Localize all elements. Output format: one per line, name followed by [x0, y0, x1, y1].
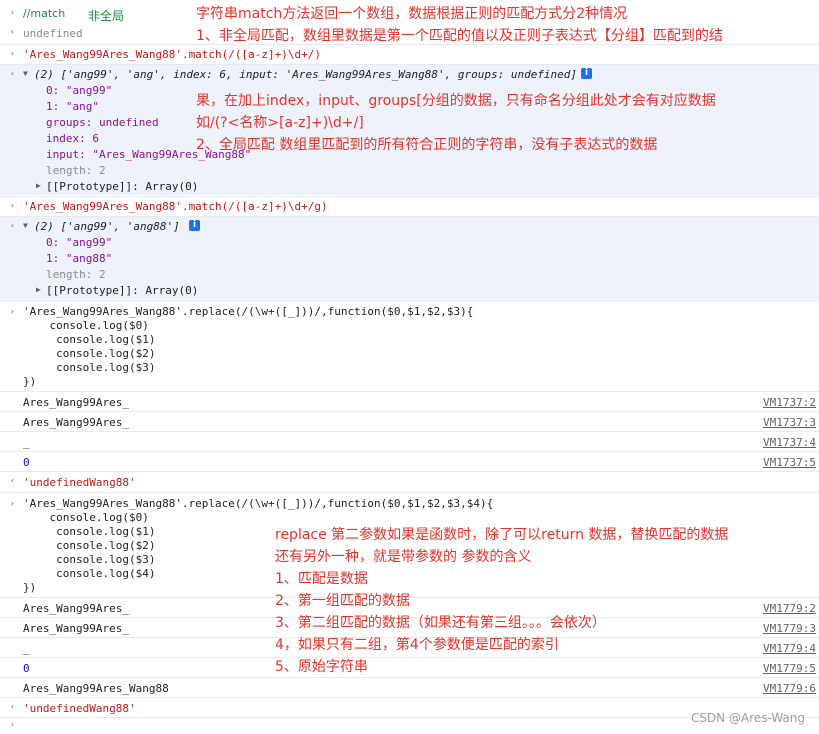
log-row: Ares_Wang99Ares_ VM1737:3: [0, 411, 819, 431]
chevron-left-icon: ‹: [10, 69, 15, 78]
chevron-left-icon: ‹: [10, 702, 15, 711]
comment-note: 非全局: [88, 9, 125, 23]
output-text: undefined: [23, 27, 83, 40]
array-prop: index: 6: [46, 132, 99, 145]
source-link[interactable]: VM1779:5: [763, 662, 816, 675]
annotation-match-top: 字符串match方法返回一个数组，数据根据正则的匹配方式分2种情况 1、非全局匹…: [196, 6, 723, 44]
array-prop: length: 2: [46, 164, 106, 177]
source-link[interactable]: VM1779:3: [763, 622, 816, 635]
chevron-right-icon: ›: [10, 720, 15, 729]
source-link[interactable]: VM1779:6: [763, 682, 816, 695]
log-text: Ares_Wang99Ares_Wang88: [23, 682, 169, 695]
array-summary: (2) ['ang99', 'ang88']: [34, 220, 180, 233]
chevron-right-icon: ›: [10, 499, 15, 508]
log-text: _: [23, 436, 30, 449]
log-text: Ares_Wang99Ares_: [23, 622, 129, 635]
watermark: CSDN @Ares-Wang: [690, 711, 805, 725]
source-link[interactable]: VM1737:3: [763, 416, 816, 429]
log-row: Ares_Wang99Ares_ VM1737:2: [0, 391, 819, 411]
prototype-row: [[Prototype]]: Array(0): [46, 284, 199, 297]
chevron-left-icon: ‹: [10, 27, 15, 36]
log-text: Ares_Wang99Ares_: [23, 416, 129, 429]
source-link[interactable]: VM1737:5: [763, 456, 816, 469]
info-icon[interactable]: i: [581, 68, 592, 79]
array-summary: (2) ['ang99', 'ang', index: 6, input: 'A…: [34, 68, 578, 81]
log-text: 0: [23, 456, 30, 469]
array-item: 1: "ang88": [46, 252, 113, 265]
array-prop: length: 2: [46, 268, 106, 281]
source-link[interactable]: VM1737:4: [763, 436, 816, 449]
log-text: _: [23, 642, 30, 655]
console-row-result: ‹ 'undefinedWang88': [0, 471, 819, 491]
expand-triangle-icon[interactable]: ▶: [36, 285, 41, 294]
info-icon[interactable]: i: [189, 220, 200, 231]
array-prop: groups: undefined: [46, 116, 159, 129]
source-link[interactable]: VM1737:2: [763, 396, 816, 409]
annotation-match-mid: 果，在加上index，input、groups[分组的数据，只有命名分组此处才会…: [196, 93, 716, 153]
prototype-row: [[Prototype]]: Array(0): [46, 180, 199, 193]
chevron-left-icon: ‹: [10, 476, 15, 485]
array-output-2[interactable]: ‹ ▼ (2) ['ang99', 'ang88'] i 0: "ang99" …: [0, 216, 819, 299]
command-text: 'Ares_Wang99Ares_Wang88'.match(/([a-z]+)…: [23, 48, 322, 61]
console-row-input[interactable]: › 'Ares_Wang99Ares_Wang88'.match(/([a-z]…: [0, 44, 819, 64]
log-text: Ares_Wang99Ares_: [23, 396, 129, 409]
comment-text: //match: [23, 7, 66, 20]
log-row: Ares_Wang99Ares_Wang88 VM1779:6: [0, 677, 819, 697]
result-text: 'undefinedWang88': [23, 476, 136, 489]
expand-triangle-icon[interactable]: ▼: [23, 69, 28, 78]
source-link[interactable]: VM1779:2: [763, 602, 816, 615]
log-row: _ VM1737:4: [0, 431, 819, 451]
chevron-left-icon: ‹: [10, 221, 15, 230]
source-link[interactable]: VM1779:4: [763, 642, 816, 655]
array-item: 1: "ang": [46, 100, 99, 113]
chevron-right-icon: ›: [10, 307, 15, 316]
log-text: 0: [23, 662, 30, 675]
result-text: 'undefinedWang88': [23, 702, 136, 715]
chevron-right-icon: ›: [10, 201, 15, 210]
expand-triangle-icon[interactable]: ▶: [36, 181, 41, 190]
array-item: 0: "ang99": [46, 236, 113, 249]
command-text: 'Ares_Wang99Ares_Wang88'.replace(/(\w+([…: [23, 305, 474, 388]
command-text: 'Ares_Wang99Ares_Wang88'.match(/([a-z]+)…: [23, 200, 328, 213]
console-row-input[interactable]: › 'Ares_Wang99Ares_Wang88'.replace(/(\w+…: [0, 300, 819, 391]
array-item: 0: "ang99": [46, 84, 113, 97]
console-row-input[interactable]: › 'Ares_Wang99Ares_Wang88'.match(/([a-z]…: [0, 196, 819, 216]
annotation-replace: replace 第二参数如果是函数时，除了可以return 数据，替换匹配的数据…: [275, 527, 729, 675]
chevron-right-icon: ›: [10, 8, 15, 17]
log-row: 0 VM1737:5: [0, 451, 819, 471]
chevron-right-icon: ›: [10, 49, 15, 58]
log-text: Ares_Wang99Ares_: [23, 602, 129, 615]
expand-triangle-icon[interactable]: ▼: [23, 221, 28, 230]
